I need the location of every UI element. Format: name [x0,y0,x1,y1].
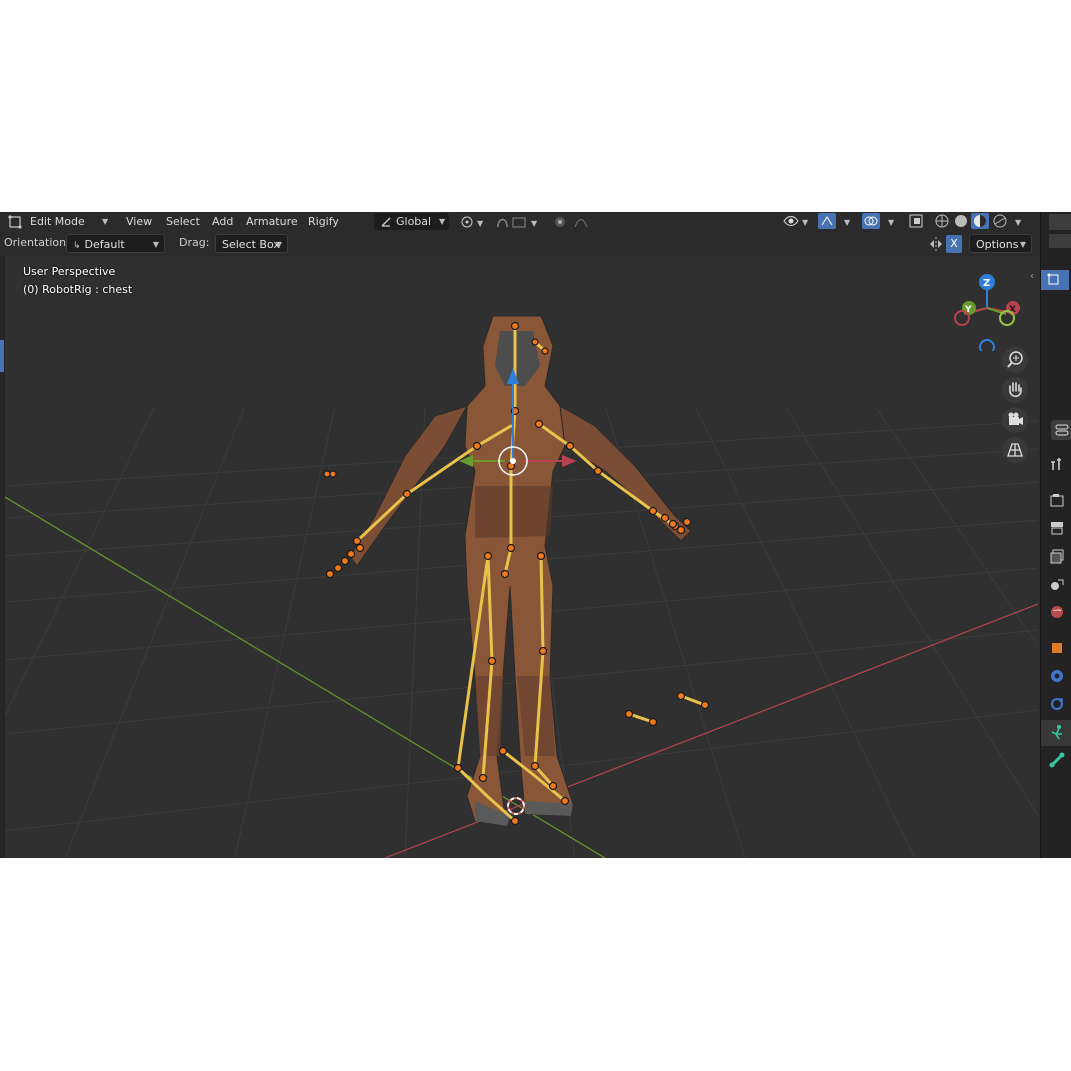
mirror-icon[interactable] [928,236,944,252]
transform-icon: ↳ [73,241,81,251]
orientation-dropdown[interactable]: ↳ Default ▼ [66,234,165,253]
tool-icon[interactable] [1049,456,1065,472]
3d-cursor[interactable] [507,797,525,815]
zoom-button[interactable] [1002,347,1028,373]
mode-selector[interactable]: Edit Mode ▼ [30,213,108,230]
camera-view-button[interactable] [1002,407,1028,433]
chevron-down-icon: ▼ [102,217,109,226]
svg-text:▼: ▼ [477,219,484,228]
orientation-icon [381,217,391,227]
viewport-header: Edit Mode ▼ View Select Add Armature Rigi… [0,212,1040,232]
proportional-editing-icon[interactable] [553,215,601,229]
selected-outliner-row[interactable] [1041,270,1069,290]
perspective-toggle-button[interactable] [1002,437,1028,463]
svg-text:▼: ▼ [1015,218,1022,227]
drag-label: Drag: [179,236,210,249]
blender-window: Edit Mode ▼ View Select Add Armature Rigi… [0,212,1071,858]
menu-select[interactable]: Select [166,213,200,230]
outliner-edge[interactable] [1049,214,1071,230]
editor-type-button[interactable] [1051,420,1071,440]
chevron-down-icon: ▼ [1019,240,1026,249]
drag-dropdown[interactable]: Select Box ▼ [215,234,288,253]
chevron-down-icon: ▼ [438,217,446,226]
world-icon[interactable] [1049,604,1065,620]
3d-viewport[interactable]: User Perspective (0) RobotRig : chest Z … [5,256,1038,858]
armature-edit-icon [1047,273,1059,285]
active-tool-indicator [0,340,4,372]
svg-text:▼: ▼ [531,219,538,228]
overlays-toggle-icon[interactable]: ▼ [862,213,902,229]
drag-dropdown-value: Select Box [222,238,280,251]
pivot-point-icon[interactable]: ▼ [460,215,488,229]
gizmo-toggle-icon[interactable]: ▼ [818,213,858,229]
transform-orientation-dropdown[interactable]: Global ▼ [374,213,450,230]
menu-rigify[interactable]: Rigify [308,213,339,230]
hand-icon [1009,382,1022,398]
chevron-down-icon: ▼ [152,240,159,249]
object-icon[interactable] [1049,640,1065,656]
edit-mode-icon[interactable] [8,215,22,229]
snap-icon[interactable]: ▼ [495,215,547,229]
scene-icon[interactable] [1049,576,1065,592]
navigation-gizmo[interactable]: Z Y X [950,266,1030,351]
bone-icon[interactable] [1049,752,1065,768]
orientation-dropdown-value: Default [84,238,125,251]
properties-editor [1040,212,1071,858]
pan-button[interactable] [1002,377,1028,403]
sidebar-toggle-icon[interactable]: ‹ [1030,271,1034,282]
viewport-scene [5,315,1038,858]
menu-add[interactable]: Add [212,213,233,230]
svg-text:▼: ▼ [844,218,851,227]
modifiers-icon[interactable] [1049,668,1065,684]
viewport-info: User Perspective (0) RobotRig : chest [23,263,132,299]
view-name: User Perspective [23,265,116,278]
orientation-value: Global [396,215,432,228]
physics-icon[interactable] [1049,696,1065,712]
zoom-icon [1007,351,1023,368]
outliner-edge-button[interactable] [1049,234,1071,248]
orientation-label: Orientation: [4,236,70,249]
shading-modes-icon[interactable]: ▼ [933,213,1033,229]
options-label: Options [976,238,1019,251]
menu-view[interactable]: View [126,213,152,230]
render-icon[interactable] [1049,492,1065,508]
output-icon[interactable] [1049,520,1065,536]
properties-icon [1055,424,1069,436]
x-mirror-toggle[interactable]: X [946,235,962,253]
options-dropdown[interactable]: Options ▼ [969,234,1032,253]
svg-text:▼: ▼ [888,218,895,227]
mode-label: Edit Mode [30,215,85,228]
active-object-label: (0) RobotRig : chest [23,283,133,296]
object-data-armature-icon[interactable] [1049,724,1065,740]
camera-icon [1008,412,1023,425]
xray-toggle-icon[interactable] [908,213,926,229]
chevron-down-icon: ▼ [275,240,282,249]
menu-armature[interactable]: Armature [246,213,298,230]
grid-icon [1007,443,1023,457]
view-layer-icon[interactable] [1049,548,1065,564]
gizmo-z-label: Z [983,278,990,289]
tool-settings-bar: Orientation: ↳ Default ▼ Drag: Select Box ▼… [0,232,1040,256]
svg-text:▼: ▼ [802,218,809,227]
visibility-icon[interactable]: ▼ [782,213,812,229]
